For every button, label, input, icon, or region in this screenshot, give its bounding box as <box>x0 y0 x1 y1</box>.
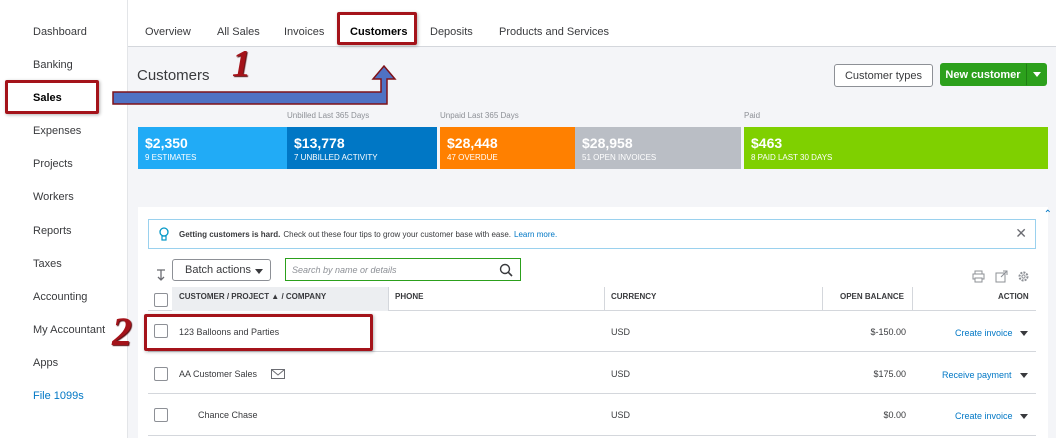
gear-icon[interactable] <box>1017 270 1030 283</box>
batch-actions-button[interactable]: Batch actions <box>172 259 271 281</box>
estimates-amount: $2,350 <box>145 135 188 151</box>
chevron-down-icon <box>1032 72 1041 77</box>
chevron-down-icon <box>255 269 263 274</box>
column-separator <box>912 287 913 311</box>
chevron-down-icon[interactable] <box>1020 331 1028 336</box>
open-invoices-amount: $28,958 <box>582 135 633 151</box>
estimates-block[interactable]: $2,350 9 ESTIMATES <box>138 127 287 169</box>
create-invoice-link[interactable]: Create invoice <box>955 411 1013 421</box>
page-title: Customers <box>137 67 210 84</box>
overdue-sub: 47 OVERDUE <box>447 153 498 162</box>
column-header-currency[interactable]: CURRENCY <box>611 292 656 301</box>
open-invoices-sub: 51 OPEN INVOICES <box>582 153 657 162</box>
column-header-action: ACTION <box>998 292 1029 301</box>
unbilled-amount: $13,778 <box>294 135 345 151</box>
unbilled-activity-block[interactable]: $13,778 7 UNBILLED ACTIVITY <box>287 127 437 169</box>
close-icon[interactable]: ✕ <box>1015 225 1027 242</box>
overdue-amount: $28,448 <box>447 135 498 151</box>
sort-arrow-icon[interactable] <box>155 268 167 282</box>
row-checkbox[interactable] <box>154 367 168 381</box>
chevron-down-icon[interactable] <box>1020 373 1028 378</box>
column-header-customer[interactable]: CUSTOMER / PROJECT ▲ / COMPANY <box>179 292 326 301</box>
lightbulb-icon <box>159 227 169 241</box>
unpaid-label: Unpaid Last 365 Days <box>440 111 519 120</box>
step-2-label: 2 <box>112 309 132 354</box>
new-customer-dropdown-button[interactable] <box>1026 63 1047 86</box>
paid-amount: $463 <box>751 135 783 151</box>
batch-actions-label: Batch actions <box>185 264 252 276</box>
paid-label: Paid <box>744 111 761 120</box>
customer-open-balance: $-150.00 <box>870 327 906 337</box>
column-separator <box>388 287 389 311</box>
column-separator <box>604 287 605 311</box>
step-1-label: 1 <box>232 43 251 85</box>
customer-open-balance: $175.00 <box>873 369 906 379</box>
unbilled-label: Unbilled Last 365 Days <box>287 111 370 120</box>
paid-sub: 8 PAID LAST 30 DAYS <box>751 153 833 162</box>
select-all-checkbox[interactable] <box>154 293 168 307</box>
receive-payment-link[interactable]: Receive payment <box>942 370 1012 380</box>
column-header-phone[interactable]: PHONE <box>395 292 423 301</box>
customer-types-button[interactable]: Customer types <box>834 64 933 87</box>
email-icon[interactable] <box>271 369 285 379</box>
estimates-sub: 9 ESTIMATES <box>145 153 197 162</box>
paid-block[interactable]: $463 8 PAID LAST 30 DAYS <box>744 127 1048 169</box>
customer-name[interactable]: Chance Chase <box>198 410 258 420</box>
customer-currency: USD <box>611 369 631 379</box>
search-icon[interactable] <box>499 263 513 277</box>
row-checkbox[interactable] <box>154 408 168 422</box>
tip-banner: Getting customers is hard. Check out the… <box>148 219 1036 249</box>
customer-open-balance: $0.00 <box>883 410 906 420</box>
tip-bold-text: Getting customers is hard. <box>179 229 281 239</box>
scroll-up-icon[interactable]: ⌃ <box>1044 209 1052 220</box>
unbilled-sub: 7 UNBILLED ACTIVITY <box>294 153 378 162</box>
customer-name[interactable]: AA Customer Sales <box>179 369 257 379</box>
column-header-open-balance[interactable]: OPEN BALANCE <box>840 292 904 301</box>
export-icon[interactable] <box>995 270 1008 283</box>
customer-currency: USD <box>611 410 631 420</box>
customer-row-highlight-box <box>144 314 373 351</box>
create-invoice-link[interactable]: Create invoice <box>955 328 1013 338</box>
chevron-down-icon[interactable] <box>1020 414 1028 419</box>
customer-search <box>285 258 521 281</box>
new-customer-button[interactable]: New customer <box>940 63 1026 86</box>
open-invoices-block[interactable]: $28,958 51 OPEN INVOICES <box>575 127 741 169</box>
print-icon[interactable] <box>972 270 985 283</box>
learn-more-link[interactable]: Learn more. <box>514 230 557 239</box>
tip-text: Check out these four tips to grow your c… <box>283 229 512 239</box>
search-input[interactable] <box>292 264 492 275</box>
overdue-block[interactable]: $28,448 47 OVERDUE <box>440 127 575 169</box>
customer-currency: USD <box>611 327 631 337</box>
column-separator <box>822 287 823 311</box>
